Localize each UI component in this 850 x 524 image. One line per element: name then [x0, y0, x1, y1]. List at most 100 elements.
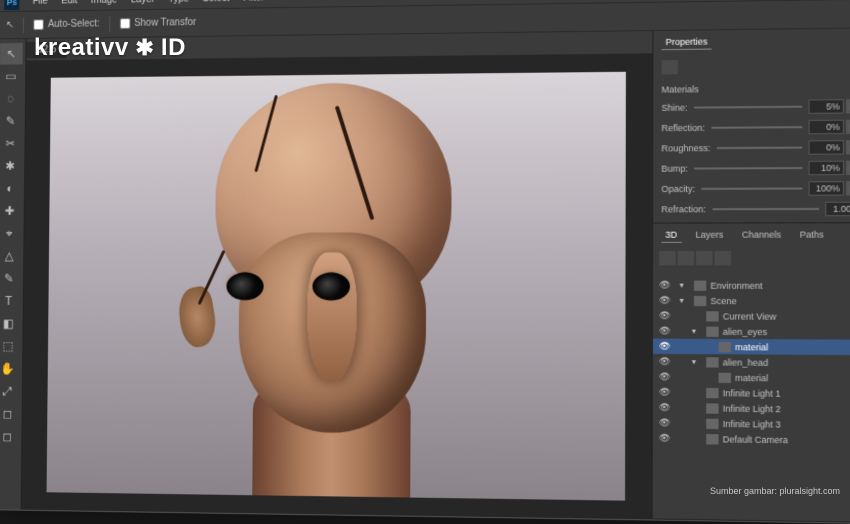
visibility-eye-icon[interactable]: 👁 [659, 295, 671, 306]
3d-tab[interactable]: 3D [661, 228, 681, 243]
layer-type-icon [706, 403, 718, 413]
refraction-slider[interactable] [712, 208, 819, 210]
expand-toggle-icon[interactable]: ▾ [680, 296, 690, 305]
shape-tool[interactable]: ⬚ [0, 335, 20, 357]
eyedropper-tool[interactable]: ✱ [0, 155, 22, 177]
crop-tool[interactable]: ✂ [0, 133, 22, 155]
eraser-tool[interactable]: △ [0, 245, 21, 267]
pen-tool[interactable]: ✎ [0, 268, 20, 290]
expand-toggle-icon[interactable]: ▾ [680, 281, 690, 290]
wand-tool[interactable]: ✎ [0, 110, 22, 132]
menu-edit[interactable]: Edit [55, 0, 83, 8]
visibility-eye-icon[interactable]: 👁 [659, 325, 671, 336]
properties-icons [661, 58, 850, 74]
layer-type-icon [719, 341, 731, 351]
filter-mesh-icon[interactable] [678, 251, 694, 265]
layers-list: 👁▾Environment👁▾Scene👁Current View👁▾alien… [653, 273, 850, 452]
visibility-eye-icon[interactable]: 👁 [659, 433, 671, 444]
texture-icon[interactable]: ▦ [846, 181, 850, 195]
texture-icon[interactable]: ▦ [846, 120, 850, 134]
visibility-eye-icon[interactable]: 👁 [659, 402, 671, 413]
texture-icon[interactable]: ▦ [846, 140, 850, 154]
menu-image[interactable]: Image [85, 0, 123, 8]
show-transform-option[interactable]: Show Transfor [120, 17, 196, 29]
visibility-eye-icon[interactable]: 👁 [659, 310, 671, 321]
prop-roughness: Roughness: 0% ▦ [661, 140, 850, 155]
paths-tab[interactable]: Paths [796, 227, 828, 242]
zoom-tool[interactable]: ⤢ [0, 380, 19, 402]
filter-all-icon[interactable] [659, 251, 675, 265]
show-transform-checkbox[interactable] [120, 18, 131, 29]
expand-toggle-icon[interactable]: ▾ [692, 357, 702, 366]
layer-row[interactable]: 👁▾alien_eyes [653, 323, 850, 339]
visibility-eye-icon[interactable]: 👁 [659, 341, 671, 352]
layer-row[interactable]: 👁 Default Camera [653, 430, 850, 448]
expand-toggle-icon[interactable]: ▾ [692, 327, 702, 336]
roughness-slider[interactable] [717, 147, 803, 150]
layer-row[interactable]: 👁 ▾ alien_head [653, 354, 850, 371]
layers-tab[interactable]: Layers [691, 228, 727, 243]
canvas-area: 12.5 [22, 31, 653, 519]
layer-name: Scene [710, 295, 736, 305]
texture-icon[interactable]: ▦ [846, 99, 850, 113]
stamp-tool[interactable]: ⌖ [0, 223, 21, 245]
move-tool-icon: ↖ [6, 20, 14, 31]
visibility-eye-icon[interactable]: 👁 [659, 356, 671, 367]
menu-filter[interactable]: Filter [237, 0, 270, 6]
layer-name: material [735, 342, 768, 352]
hand-tool[interactable]: ✋ [0, 358, 19, 380]
shine-value[interactable]: 5% [809, 99, 844, 114]
auto-select-option[interactable]: Auto-Select: [34, 19, 100, 31]
type-tool[interactable]: T [0, 290, 20, 312]
layer-name: Default Camera [723, 434, 788, 445]
channels-tab[interactable]: Channels [738, 227, 786, 242]
visibility-eye-icon[interactable]: 👁 [659, 371, 671, 382]
bump-value[interactable]: 10% [809, 161, 844, 176]
opacity-slider[interactable] [701, 188, 802, 190]
reflection-value[interactable]: 0% [809, 120, 844, 135]
prop-reflection: Reflection: 0% ▦ [661, 120, 850, 136]
separator [23, 17, 24, 33]
menu-file[interactable]: File [27, 0, 54, 9]
move-tool[interactable]: ↖ [0, 43, 23, 65]
bump-slider[interactable] [694, 167, 802, 170]
layer-name: alien_head [723, 357, 769, 368]
properties-tab[interactable]: Properties [662, 34, 712, 50]
layer-row[interactable]: 👁material [653, 369, 850, 386]
marquee-tool[interactable]: ▭ [0, 65, 23, 87]
lasso-tool[interactable]: ◌ [0, 88, 22, 110]
fg-color-swatch[interactable]: ◻ [0, 403, 19, 425]
filter-light-icon[interactable] [715, 251, 731, 265]
prop-shine: Shine: 5% ▦ [661, 99, 850, 115]
path-tool[interactable]: ◧ [0, 313, 20, 335]
menu-type[interactable]: Type [162, 0, 195, 7]
layer-name: Infinite Light 2 [723, 403, 781, 414]
visibility-eye-icon[interactable]: 👁 [659, 417, 671, 428]
opacity-value[interactable]: 100% [809, 181, 844, 195]
bg-color-swatch[interactable]: ◻ [0, 426, 19, 448]
roughness-value[interactable]: 0% [809, 140, 844, 155]
brand-suffix: ID [161, 34, 186, 61]
layer-type-icon [706, 434, 718, 444]
texture-icon[interactable]: ▦ [846, 161, 850, 175]
materials-icon[interactable] [661, 60, 677, 74]
layer-row[interactable]: 👁Current View [653, 308, 850, 324]
healing-tool[interactable]: ◐ [0, 178, 21, 200]
layer-type-icon [719, 372, 731, 382]
filter-material-icon[interactable] [696, 251, 712, 265]
layer-row[interactable]: 👁 ▾ Scene [653, 293, 850, 309]
menu-layer[interactable]: Layer [125, 0, 161, 7]
layer-row[interactable]: 👁▾Environment [653, 277, 850, 293]
menu-select[interactable]: Select [197, 0, 236, 6]
refraction-value[interactable]: 1.000 [825, 202, 850, 216]
brush-tool[interactable]: ✚ [0, 200, 21, 222]
shine-slider[interactable] [694, 106, 803, 109]
auto-select-checkbox[interactable] [34, 19, 45, 30]
reflection-slider[interactable] [711, 126, 802, 129]
visibility-eye-icon[interactable]: 👁 [659, 280, 671, 291]
prop-label: Refraction: [661, 204, 706, 214]
visibility-eye-icon[interactable]: 👁 [659, 387, 671, 398]
canvas[interactable] [22, 53, 653, 519]
layer-name: Infinite Light 1 [723, 388, 781, 399]
layer-row[interactable]: 👁 material [653, 339, 850, 356]
